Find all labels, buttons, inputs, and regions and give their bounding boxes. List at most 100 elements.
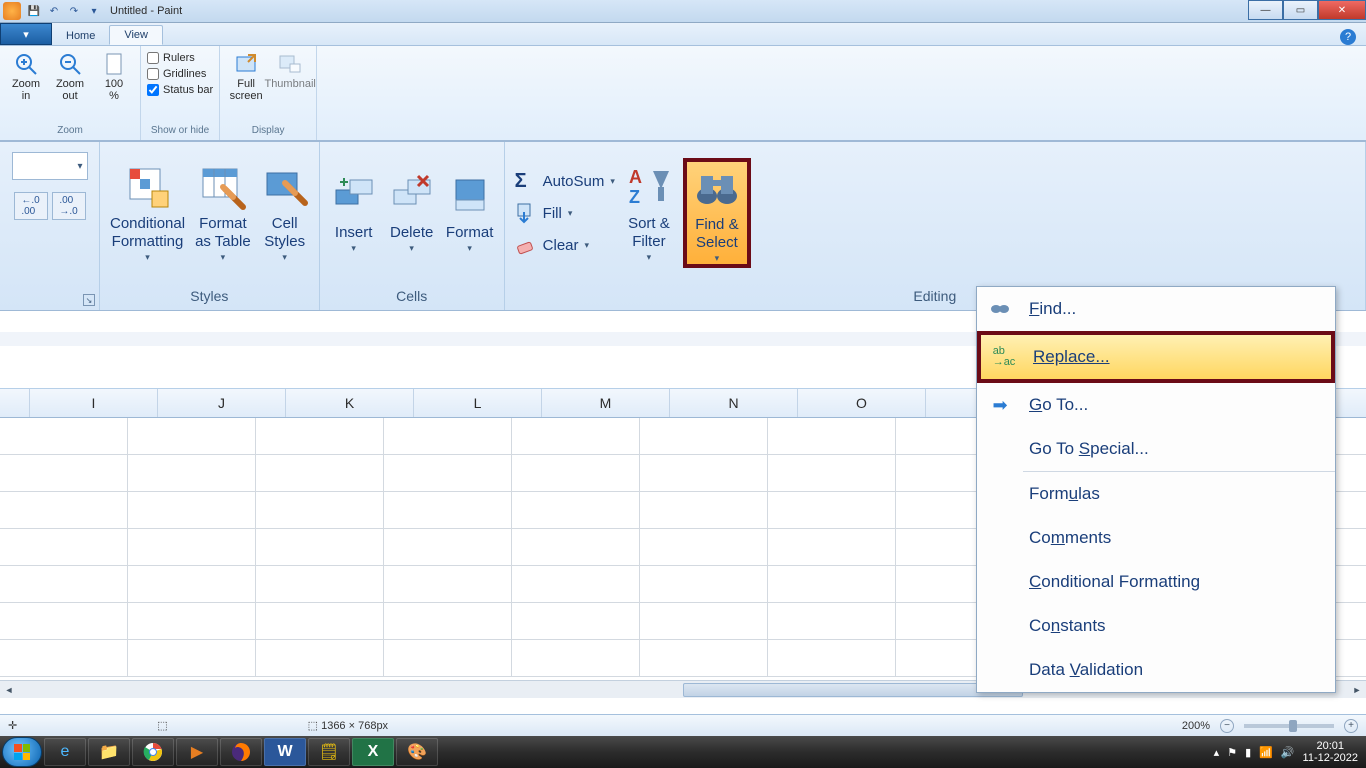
- scroll-left-icon[interactable]: ◄: [0, 681, 18, 698]
- menu-formulas[interactable]: Formulas: [977, 472, 1335, 516]
- show-hide-group: Rulers Gridlines Status bar Show or hide: [141, 46, 220, 140]
- taskbar-word-icon[interactable]: W: [264, 738, 306, 766]
- start-button[interactable]: [2, 737, 42, 767]
- binoculars-icon: [693, 164, 741, 212]
- thumbnail-button[interactable]: Thumbnail: [270, 48, 310, 90]
- cells-group: Insert▾ Delete▾ Format▾ Cells: [320, 142, 505, 310]
- zoom-group-label: Zoom: [6, 125, 134, 138]
- number-group: ▾ ←.0.00 .00→.0 .↘: [0, 142, 100, 310]
- cursor-pos-icon: ✛: [8, 719, 17, 732]
- format-as-table-button[interactable]: Format as Table▾: [195, 163, 251, 264]
- tab-home[interactable]: Home: [52, 27, 109, 45]
- col-header[interactable]: L: [414, 389, 542, 417]
- replace-menu-icon: ab→ac: [993, 346, 1016, 368]
- col-header[interactable]: I: [30, 389, 158, 417]
- tray-up-icon[interactable]: ▴: [1214, 746, 1220, 759]
- help-icon[interactable]: ?: [1340, 29, 1356, 45]
- fill-button[interactable]: Fill▾: [515, 202, 615, 224]
- zoom-slider[interactable]: [1244, 724, 1334, 728]
- zoom-in-button[interactable]: Zoom in: [6, 48, 46, 102]
- increase-decimal-button[interactable]: ←.0.00: [14, 192, 48, 220]
- qat-customize-icon[interactable]: ▾: [85, 2, 103, 20]
- qat-undo-icon[interactable]: ↶: [45, 2, 63, 20]
- taskbar-ie-icon[interactable]: e: [44, 738, 86, 766]
- paint-view-ribbon: Zoom in Zoom out 100 % Zoom Rulers Gridl…: [0, 46, 1366, 141]
- zoom-100-button[interactable]: 100 %: [94, 48, 134, 102]
- show-hide-label: Show or hide: [147, 125, 213, 138]
- sort-filter-icon: AZ: [625, 163, 673, 211]
- zoom-minus-button[interactable]: −: [1220, 719, 1234, 733]
- statusbar-checkbox[interactable]: Status bar: [147, 84, 213, 96]
- qat-save-icon[interactable]: 💾: [25, 2, 43, 20]
- sigma-icon: Σ: [515, 170, 537, 192]
- taskbar-chrome-icon[interactable]: [132, 738, 174, 766]
- taskbar-media-icon[interactable]: ▶: [176, 738, 218, 766]
- tray-flag-icon[interactable]: ⚑: [1227, 746, 1237, 759]
- scroll-thumb[interactable]: [683, 683, 1023, 697]
- menu-replace[interactable]: ab→ac Replace...: [981, 335, 1331, 379]
- decrease-decimal-button[interactable]: .00→.0: [52, 192, 86, 220]
- qat-redo-icon[interactable]: ↷: [65, 2, 83, 20]
- taskbar-paint-icon[interactable]: 🎨: [396, 738, 438, 766]
- minimize-button[interactable]: —: [1248, 0, 1283, 20]
- col-header[interactable]: O: [798, 389, 926, 417]
- fullscreen-button[interactable]: Full screen: [226, 48, 266, 102]
- window-controls: — ▭ ✕: [1248, 0, 1366, 20]
- number-launcher-icon[interactable]: ↘: [83, 294, 95, 306]
- number-format-combo[interactable]: ▾: [12, 152, 88, 180]
- maximize-button[interactable]: ▭: [1283, 0, 1318, 20]
- menu-constants[interactable]: Constants: [977, 604, 1335, 648]
- gridlines-checkbox[interactable]: Gridlines: [147, 68, 213, 80]
- svg-text:A: A: [629, 167, 642, 187]
- excel-ribbon-fragment: ▾ ←.0.00 .00→.0 .↘ Conditional Formattin…: [0, 141, 1366, 311]
- col-header[interactable]: M: [542, 389, 670, 417]
- zoom-out-button[interactable]: Zoom out: [50, 48, 90, 102]
- taskbar-excel-icon[interactable]: X: [352, 738, 394, 766]
- autosum-button[interactable]: Σ AutoSum▾: [515, 170, 615, 192]
- cond-fmt-icon: [124, 163, 172, 211]
- delete-cells-icon: [388, 172, 436, 220]
- col-header[interactable]: J: [158, 389, 286, 417]
- cells-label: Cells: [320, 284, 504, 310]
- paint-file-menu[interactable]: ▾: [0, 23, 52, 45]
- tray-volume-icon[interactable]: 🔊: [1281, 746, 1295, 759]
- cell-styles-icon: [261, 163, 309, 211]
- format-cells-icon: [446, 172, 494, 220]
- taskbar-explorer-icon[interactable]: 📁: [88, 738, 130, 766]
- insert-button[interactable]: Insert▾: [330, 172, 378, 254]
- page-icon: [102, 52, 126, 76]
- delete-button[interactable]: Delete▾: [388, 172, 436, 254]
- menu-goto-special[interactable]: Go To Special...: [977, 427, 1335, 471]
- menu-data-validation[interactable]: Data Validation: [977, 648, 1335, 692]
- taskbar-firefox-icon[interactable]: [220, 738, 262, 766]
- cell-styles-button[interactable]: Cell Styles▾: [261, 163, 309, 264]
- paint-tab-row: ▾ Home View ?: [0, 23, 1366, 46]
- tray-battery-icon[interactable]: ▮: [1245, 746, 1251, 759]
- taskbar-notes-icon[interactable]: 🗒: [308, 738, 350, 766]
- conditional-formatting-button[interactable]: Conditional Formatting▾: [110, 163, 185, 264]
- insert-cells-icon: [330, 172, 378, 220]
- tab-view[interactable]: View: [109, 25, 163, 45]
- menu-comments[interactable]: Comments: [977, 516, 1335, 560]
- menu-cond-fmt[interactable]: Conditional Formatting: [977, 560, 1335, 604]
- menu-find[interactable]: Find...: [977, 287, 1335, 331]
- clear-button[interactable]: Clear▾: [515, 234, 615, 256]
- zoom-plus-button[interactable]: +: [1344, 719, 1358, 733]
- eraser-icon: [515, 234, 537, 256]
- col-header[interactable]: N: [670, 389, 798, 417]
- menu-goto[interactable]: ➡ Go To...: [977, 383, 1335, 427]
- paint-status-bar: ✛ ⬚ ⬚ 1366 × 768px 200% − +: [0, 714, 1366, 736]
- display-label: Display: [226, 125, 310, 138]
- goto-arrow-icon: ➡: [992, 395, 1007, 416]
- close-button[interactable]: ✕: [1318, 0, 1366, 20]
- find-select-button[interactable]: Find & Select▾: [683, 158, 751, 269]
- rulers-checkbox[interactable]: Rulers: [147, 52, 213, 64]
- tray-network-icon[interactable]: 📶: [1259, 746, 1273, 759]
- window-title: Untitled - Paint: [110, 5, 182, 17]
- format-button[interactable]: Format▾: [446, 172, 494, 254]
- col-header[interactable]: K: [286, 389, 414, 417]
- windows-taskbar: e 📁 ▶ W 🗒 X 🎨 ▴ ⚑ ▮ 📶 🔊 20:01 11-12-2022: [0, 736, 1366, 768]
- taskbar-clock[interactable]: 20:01 11-12-2022: [1303, 740, 1358, 764]
- sort-filter-button[interactable]: AZ Sort & Filter▾: [625, 163, 673, 264]
- scroll-right-icon[interactable]: ►: [1348, 681, 1366, 698]
